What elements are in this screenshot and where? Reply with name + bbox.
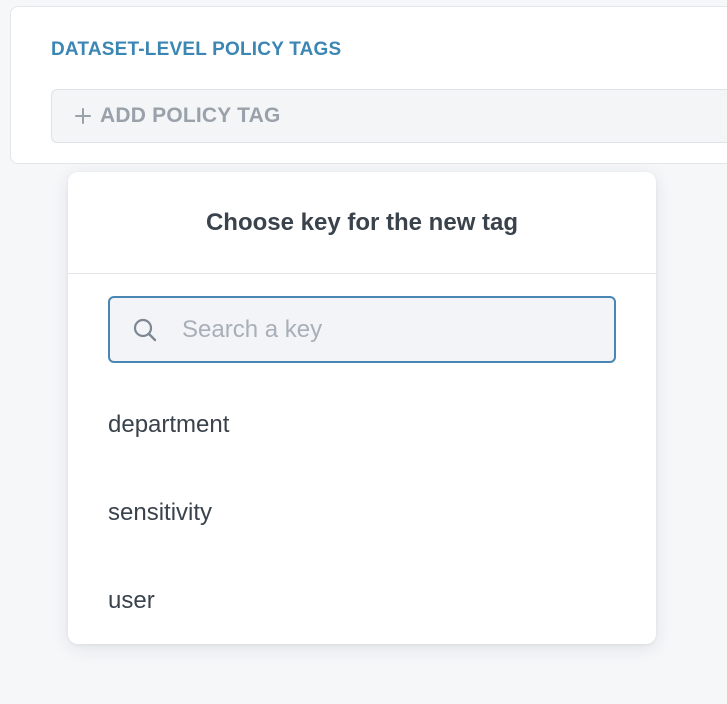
key-option-department[interactable]: department bbox=[68, 381, 656, 469]
key-option-user[interactable]: user bbox=[68, 557, 656, 645]
choose-key-popover: Choose key for the new tag department se… bbox=[68, 172, 656, 644]
key-option-sensitivity[interactable]: sensitivity bbox=[68, 469, 656, 557]
key-list: department sensitivity user bbox=[68, 381, 656, 645]
search-icon bbox=[132, 317, 180, 343]
add-policy-tag-button[interactable]: ADD POLICY TAG bbox=[51, 89, 727, 143]
plus-icon bbox=[74, 107, 92, 125]
search-field[interactable] bbox=[108, 296, 616, 363]
popover-title: Choose key for the new tag bbox=[205, 208, 519, 236]
add-policy-tag-label: ADD POLICY TAG bbox=[100, 104, 281, 127]
search-input[interactable] bbox=[182, 315, 614, 344]
section-title: DATASET-LEVEL POLICY TAGS bbox=[51, 39, 342, 60]
policy-tags-panel: DATASET-LEVEL POLICY TAGS ADD POLICY TAG bbox=[10, 6, 727, 164]
popover-header: Choose key for the new tag bbox=[68, 172, 656, 274]
